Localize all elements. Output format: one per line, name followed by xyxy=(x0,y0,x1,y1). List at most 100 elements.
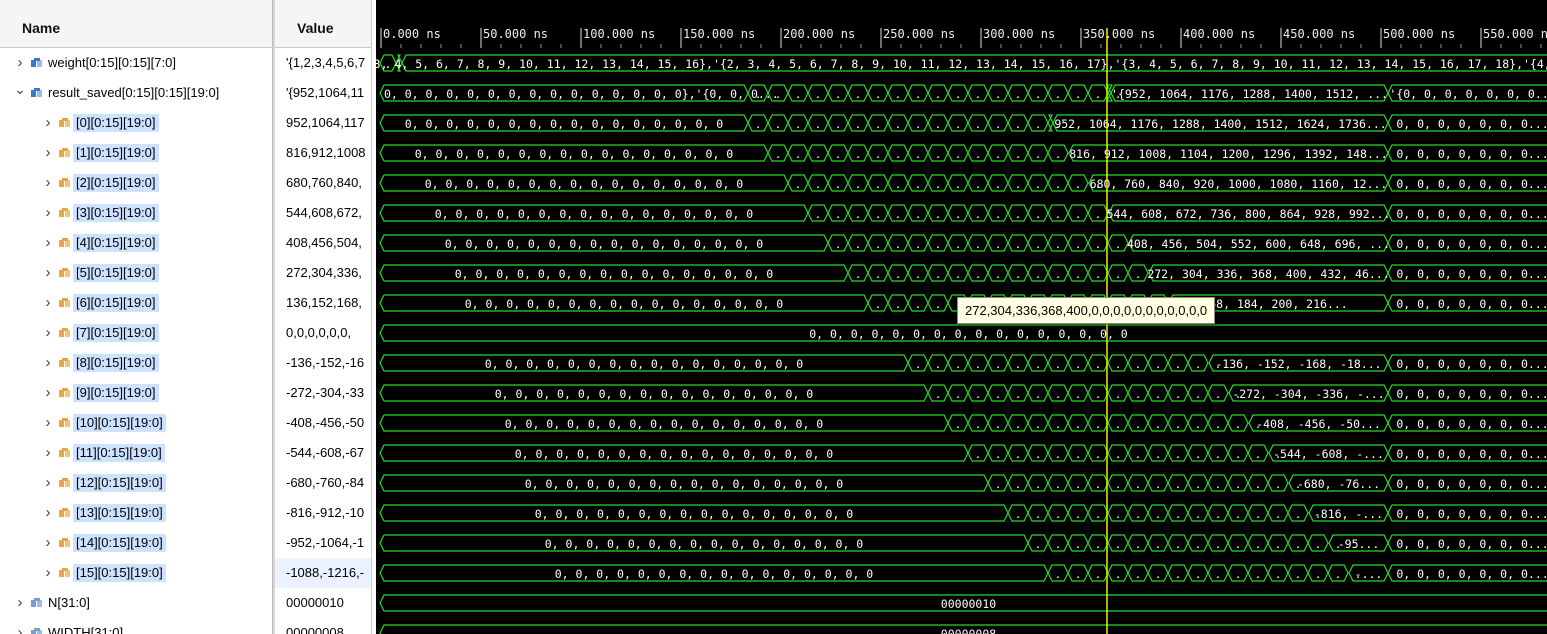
value-cell[interactable]: '{1,2,3,4,5,6,7 xyxy=(275,48,371,78)
chevron-right-icon[interactable]: › xyxy=(42,295,54,310)
bus-icon xyxy=(59,207,71,218)
signal-row[interactable]: › [1][0:15][19:0] xyxy=(0,138,272,168)
value-cell[interactable]: -1088,-1216,- xyxy=(275,558,371,588)
bus-value: . xyxy=(1075,508,1082,521)
value-cell[interactable]: -952,-1064,-1 xyxy=(275,528,371,558)
value-cell[interactable]: 272,304,336, xyxy=(275,258,371,288)
bus-value: . xyxy=(1175,418,1182,431)
chevron-down-icon[interactable]: ⌄ xyxy=(14,82,26,96)
chevron-right-icon[interactable]: › xyxy=(42,355,54,370)
bus-value: . xyxy=(1015,118,1022,131)
chevron-right-icon[interactable]: › xyxy=(14,625,26,634)
value-cell[interactable]: 680,760,840, xyxy=(275,168,371,198)
chevron-right-icon[interactable]: › xyxy=(42,385,54,400)
bus-value: . xyxy=(1075,418,1082,431)
signal-row[interactable]: ⌄ result_saved[0:15][0:15][19:0] xyxy=(0,78,272,108)
ruler-label: 150.000 ns xyxy=(683,27,755,41)
signal-row[interactable]: › [5][0:15][19:0] xyxy=(0,258,272,288)
chevron-right-icon[interactable]: › xyxy=(42,325,54,340)
bus-value: . xyxy=(935,238,942,251)
signal-row[interactable]: › [14][0:15][19:0] xyxy=(0,528,272,558)
signal-row[interactable]: › weight[0:15][0:15][7:0] xyxy=(0,48,272,78)
value-cell[interactable]: -136,-152,-16 xyxy=(275,348,371,378)
chevron-right-icon[interactable]: › xyxy=(42,535,54,550)
signal-row[interactable]: › [13][0:15][19:0] xyxy=(0,498,272,528)
chevron-right-icon[interactable]: › xyxy=(42,565,54,580)
value-cell[interactable]: 544,608,672, xyxy=(275,198,371,228)
signal-row[interactable]: › [10][0:15][19:0] xyxy=(0,408,272,438)
bus-value: . xyxy=(1075,478,1082,491)
bus-value: 0, 0, 0, 0, 0, 0, 0, 0, 0, 0, 0, 0, 0, 0… xyxy=(415,147,734,161)
value-cell[interactable]: -272,-304,-33 xyxy=(275,378,371,408)
chevron-right-icon[interactable]: › xyxy=(14,595,26,610)
signal-row[interactable]: › [7][0:15][19:0] xyxy=(0,318,272,348)
signal-name: [13][0:15][19:0] xyxy=(73,504,166,522)
chevron-right-icon[interactable]: › xyxy=(42,415,54,430)
value-cell[interactable]: 0,0,0,0,0,0, xyxy=(275,318,371,348)
bus-icon xyxy=(31,87,43,98)
bus-value: . xyxy=(1135,538,1142,551)
signal-row[interactable]: › [11][0:15][19:0] xyxy=(0,438,272,468)
bus-value: . xyxy=(1135,418,1142,431)
bus-value: . xyxy=(1015,508,1022,521)
bus-value: . xyxy=(835,178,842,191)
bus-value: '{0, 0, 0, 0, 0, 0, 0, 0, 0, 0, 0, 0, 0,… xyxy=(376,87,779,101)
signal-row[interactable]: › [9][0:15][19:0] xyxy=(0,378,272,408)
signal-row[interactable]: › N[31:0] xyxy=(0,588,272,618)
chevron-right-icon[interactable]: › xyxy=(42,205,54,220)
value-cell[interactable]: 136,152,168, xyxy=(275,288,371,318)
bus-value: . xyxy=(935,118,942,131)
bus-value: . xyxy=(935,88,942,101)
bus-value: 952, 1064, 1176, 1288, 1400, 1512, 1624,… xyxy=(1054,117,1386,131)
bus-value: . xyxy=(1095,568,1102,581)
chevron-right-icon[interactable]: › xyxy=(42,235,54,250)
signal-row[interactable]: › [12][0:15][19:0] xyxy=(0,468,272,498)
value-cell[interactable]: 952,1064,117 xyxy=(275,108,371,138)
bus-value: . xyxy=(1115,508,1122,521)
bus-value: . xyxy=(795,178,802,191)
bus-value: . xyxy=(1115,358,1122,371)
value-cell[interactable]: -544,-608,-67 xyxy=(275,438,371,468)
chevron-right-icon[interactable]: › xyxy=(42,505,54,520)
value-cell[interactable]: 408,456,504, xyxy=(275,228,371,258)
value-cell[interactable]: 816,912,1008 xyxy=(275,138,371,168)
value-cell[interactable]: -408,-456,-50 xyxy=(275,408,371,438)
ruler-label: 400.000 ns xyxy=(1183,27,1255,41)
value-cell[interactable]: -680,-760,-84 xyxy=(275,468,371,498)
bus-value: . xyxy=(1115,418,1122,431)
chevron-right-icon[interactable]: › xyxy=(14,55,26,70)
chevron-right-icon[interactable]: › xyxy=(42,265,54,280)
signal-row[interactable]: › WIDTH[31:0] xyxy=(0,618,272,634)
value-column-header[interactable]: Value xyxy=(275,0,371,48)
chevron-right-icon[interactable]: › xyxy=(42,475,54,490)
signal-name: weight[0:15][0:15][7:0] xyxy=(48,55,176,70)
value-cell[interactable]: '{952,1064,11 xyxy=(275,78,371,108)
signal-row[interactable]: › [4][0:15][19:0] xyxy=(0,228,272,258)
bus-value: . xyxy=(1075,538,1082,551)
chevron-right-icon[interactable]: › xyxy=(42,115,54,130)
bus-value: 0, 0, 0, 0, 0, 0, 0, 0, 0, 0, 0, 0, 0, 0… xyxy=(505,417,824,431)
signal-row[interactable]: › [6][0:15][19:0] xyxy=(0,288,272,318)
bus-value: -272, -304, -336, -... xyxy=(1232,387,1384,401)
bus-value: 0, 0, 0, 0, 0, 0, 0, 0, 0, 0, 0, 0, 0, 0… xyxy=(465,297,784,311)
bus-value: . xyxy=(1015,238,1022,251)
bus-value: . xyxy=(895,298,902,311)
bus-value: . xyxy=(1115,568,1122,581)
bus-value: . xyxy=(1155,568,1162,581)
param-icon xyxy=(31,627,43,634)
signal-row[interactable]: › [3][0:15][19:0] xyxy=(0,198,272,228)
bus-icon xyxy=(59,357,71,368)
chevron-right-icon[interactable]: › xyxy=(42,145,54,160)
bus-value: . xyxy=(1115,478,1122,491)
signal-row[interactable]: › [8][0:15][19:0] xyxy=(0,348,272,378)
signal-row[interactable]: › [2][0:15][19:0] xyxy=(0,168,272,198)
chevron-right-icon[interactable]: › xyxy=(42,445,54,460)
signal-row[interactable]: › [0][0:15][19:0] xyxy=(0,108,272,138)
value-cell[interactable]: 00000008 xyxy=(275,618,371,634)
name-column-header[interactable]: Name xyxy=(0,0,272,48)
chevron-right-icon[interactable]: › xyxy=(42,175,54,190)
signal-row[interactable]: › [15][0:15][19:0] xyxy=(0,558,272,588)
value-cell[interactable]: 00000010 xyxy=(275,588,371,618)
signal-name: [8][0:15][19:0] xyxy=(73,354,159,372)
value-cell[interactable]: -816,-912,-10 xyxy=(275,498,371,528)
